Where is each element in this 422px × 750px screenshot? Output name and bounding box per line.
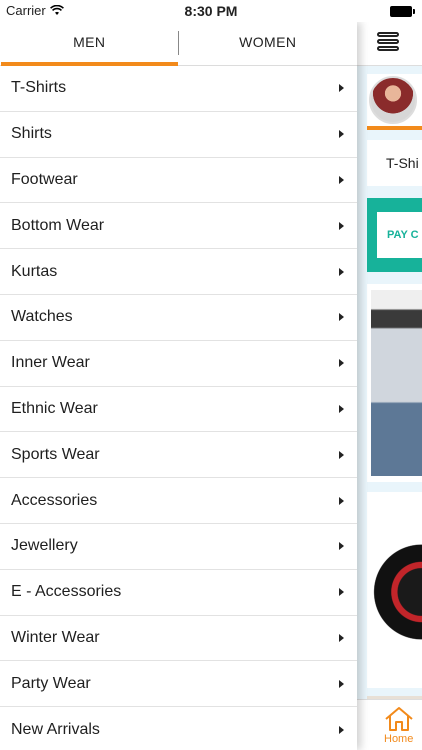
- category-label: Kurtas: [11, 262, 58, 280]
- category-item[interactable]: Sports Wear: [0, 432, 357, 479]
- category-label: Bottom Wear: [11, 216, 105, 234]
- chevron-right-icon: [339, 588, 344, 597]
- category-label: Ethnic Wear: [11, 399, 98, 417]
- category-label: Jewellery: [11, 537, 78, 555]
- status-time: 8:30 PM: [184, 3, 238, 19]
- category-label: Sports Wear: [11, 445, 100, 463]
- top-bar: [357, 22, 422, 66]
- tab-men[interactable]: MEN: [0, 22, 179, 65]
- chevron-right-icon: [339, 542, 344, 551]
- category-item[interactable]: Inner Wear: [0, 341, 357, 387]
- main-screen: T-Shi PAY C Home: [357, 22, 422, 750]
- hamburger-menu-icon[interactable]: [377, 32, 399, 54]
- category-item[interactable]: Shirts: [0, 112, 357, 158]
- product-card[interactable]: [367, 284, 422, 482]
- chevron-right-icon: [339, 267, 344, 276]
- category-chip[interactable]: T-Shi: [367, 140, 422, 186]
- status-bar: Carrier 8:30 PM: [0, 0, 422, 22]
- category-item[interactable]: Accessories: [0, 478, 357, 524]
- promo-banner[interactable]: PAY C: [367, 198, 422, 272]
- category-label: Winter Wear: [11, 628, 100, 646]
- bottom-nav: Home: [357, 699, 422, 750]
- category-item[interactable]: Kurtas: [0, 249, 357, 295]
- category-label: New Arrivals: [11, 720, 100, 738]
- category-item[interactable]: Party Wear: [0, 661, 357, 708]
- tab-women[interactable]: WOMEN: [179, 22, 358, 65]
- category-item[interactable]: Watches: [0, 295, 357, 341]
- avatar: [369, 76, 417, 124]
- side-drawer: MEN WOMEN T-Shirts Shirts Footwear Bottom W…: [0, 22, 357, 750]
- category-label: E - Accessories: [11, 583, 122, 601]
- category-label: Watches: [11, 308, 73, 326]
- chevron-right-icon: [339, 84, 344, 93]
- category-item[interactable]: T-Shirts: [0, 66, 357, 112]
- category-item[interactable]: New Arrivals: [0, 707, 357, 750]
- chevron-right-icon: [339, 175, 344, 184]
- battery-icon: [390, 6, 415, 17]
- category-label: Shirts: [11, 125, 52, 143]
- chevron-right-icon: [339, 679, 344, 688]
- category-label: T-Shirts: [11, 79, 67, 97]
- category-label: Party Wear: [11, 674, 91, 692]
- category-item[interactable]: Ethnic Wear: [0, 387, 357, 433]
- category-label: Inner Wear: [11, 354, 90, 372]
- category-list: T-Shirts Shirts Footwear Bottom Wear Kurtas W…: [0, 66, 357, 750]
- home-tab-label: Home: [384, 733, 414, 745]
- active-category-indicator: [367, 126, 422, 130]
- chevron-right-icon: [339, 221, 344, 230]
- chevron-right-icon: [339, 450, 344, 459]
- gender-tabs: MEN WOMEN: [0, 22, 357, 66]
- product-image: [371, 532, 422, 652]
- category-item[interactable]: Footwear: [0, 158, 357, 204]
- promo-banner-text: PAY C: [377, 212, 422, 258]
- chevron-right-icon: [339, 130, 344, 139]
- category-label: Footwear: [11, 170, 78, 188]
- product-card[interactable]: [367, 492, 422, 688]
- chevron-right-icon: [339, 496, 344, 505]
- chevron-right-icon: [339, 404, 344, 413]
- category-avatar-card[interactable]: [367, 74, 422, 130]
- category-item[interactable]: Bottom Wear: [0, 203, 357, 250]
- tab-divider: [178, 31, 179, 55]
- product-image: [371, 290, 422, 476]
- chevron-right-icon: [339, 313, 344, 322]
- chevron-right-icon: [339, 725, 344, 734]
- category-item[interactable]: E - Accessories: [0, 570, 357, 616]
- category-item[interactable]: Winter Wear: [0, 616, 357, 662]
- category-item[interactable]: Jewellery: [0, 524, 357, 570]
- category-label: Accessories: [11, 491, 98, 509]
- home-icon[interactable]: [384, 706, 414, 732]
- chevron-right-icon: [339, 359, 344, 368]
- chevron-right-icon: [339, 633, 344, 642]
